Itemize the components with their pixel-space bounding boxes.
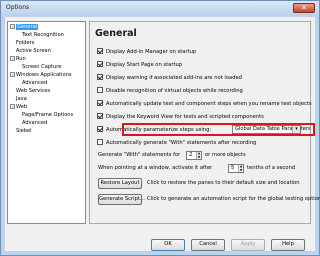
option-auto-generate-with[interactable]: Automatically generate "With" statements…	[97, 139, 256, 147]
panel-heading: General	[95, 28, 137, 39]
activate-delay[interactable]: 5 ▲ ▼	[228, 164, 244, 173]
option-auto-update-steps[interactable]: Automatically update test and component …	[97, 100, 312, 108]
checkbox[interactable]	[97, 100, 103, 106]
collapse-icon[interactable]: −	[10, 24, 15, 29]
option-disable-virtual-objects[interactable]: Disable recognition of virtual objects w…	[97, 87, 243, 95]
spinner-arrows-icon[interactable]: ▲ ▼	[238, 164, 243, 172]
tree-item-active-screen[interactable]: Active Screen	[16, 48, 51, 55]
options-dialog: Options ✕ − General Text Recognition Fold…	[0, 0, 320, 256]
tree-item-web-advanced[interactable]: Advanced	[22, 120, 47, 127]
tree-item-advanced[interactable]: Advanced	[22, 80, 47, 87]
collapse-icon[interactable]: −	[10, 72, 15, 77]
checkbox[interactable]	[97, 74, 103, 80]
generate-script-button[interactable]: Generate Script...	[98, 194, 145, 205]
tree-item-page-frame-options[interactable]: Page/Frame Options	[22, 112, 73, 119]
with-statements-count[interactable]: 2 ▲ ▼	[186, 151, 202, 160]
tree-item-text-recognition[interactable]: Text Recognition	[22, 32, 64, 39]
option-display-addin-manager[interactable]: Display Add-in Manager on startup	[97, 48, 196, 56]
close-button[interactable]: ✕	[293, 3, 315, 13]
checkbox[interactable]	[97, 87, 103, 93]
options-tree[interactable]: − General Text Recognition Folders Active…	[7, 21, 86, 224]
restore-layout-description: Click to restore the panes to their defa…	[147, 180, 300, 186]
collapse-icon[interactable]: −	[10, 104, 15, 109]
activate-prefix: When pointing at a window, activate it a…	[98, 165, 213, 171]
option-display-start-page[interactable]: Display Start Page on startup	[97, 61, 182, 69]
ok-button[interactable]: OK	[151, 239, 185, 251]
help-button[interactable]: Help	[271, 239, 305, 251]
title-bar[interactable]: Options ✕	[1, 1, 319, 16]
tree-item-general[interactable]: − General	[10, 24, 39, 31]
restore-layout-button[interactable]: Restore Layout	[98, 178, 142, 189]
checkbox[interactable]	[97, 139, 103, 145]
collapse-icon[interactable]: −	[10, 56, 15, 61]
option-display-keyword-view[interactable]: Display the Keyword View for tests and s…	[97, 113, 264, 121]
tree-item-web-services[interactable]: Web Services	[16, 88, 50, 95]
tree-item-folders[interactable]: Folders	[16, 40, 34, 47]
tree-item-java[interactable]: Java	[16, 96, 27, 103]
window-title: Options	[6, 4, 30, 11]
tree-item-windows-applications[interactable]: − Windows Applications	[10, 72, 71, 79]
tree-item-siebel[interactable]: Siebel	[16, 128, 32, 135]
cancel-button[interactable]: Cancel	[191, 239, 225, 251]
option-display-addin-warning[interactable]: Display warning if associated add-ins ar…	[97, 74, 242, 82]
generate-script-description: Click to generate an automation script f…	[147, 196, 320, 202]
activate-suffix: tenths of a second	[247, 165, 296, 171]
spinner-arrows-icon[interactable]: ▲ ▼	[196, 151, 201, 159]
checkbox[interactable]	[97, 113, 103, 119]
with-statements-prefix: Generate "With" statements for	[98, 152, 181, 158]
tree-item-run[interactable]: − Run	[10, 56, 26, 63]
tree-item-web[interactable]: − Web	[10, 104, 27, 111]
highlight-annotation	[122, 123, 315, 136]
tree-item-screen-capture[interactable]: Screen Capture	[22, 64, 61, 71]
checkbox[interactable]	[97, 61, 103, 67]
checkbox[interactable]	[97, 126, 103, 132]
with-statements-suffix: or more objects	[205, 152, 246, 158]
apply-button[interactable]: Apply	[231, 239, 265, 251]
checkbox[interactable]	[97, 48, 103, 54]
